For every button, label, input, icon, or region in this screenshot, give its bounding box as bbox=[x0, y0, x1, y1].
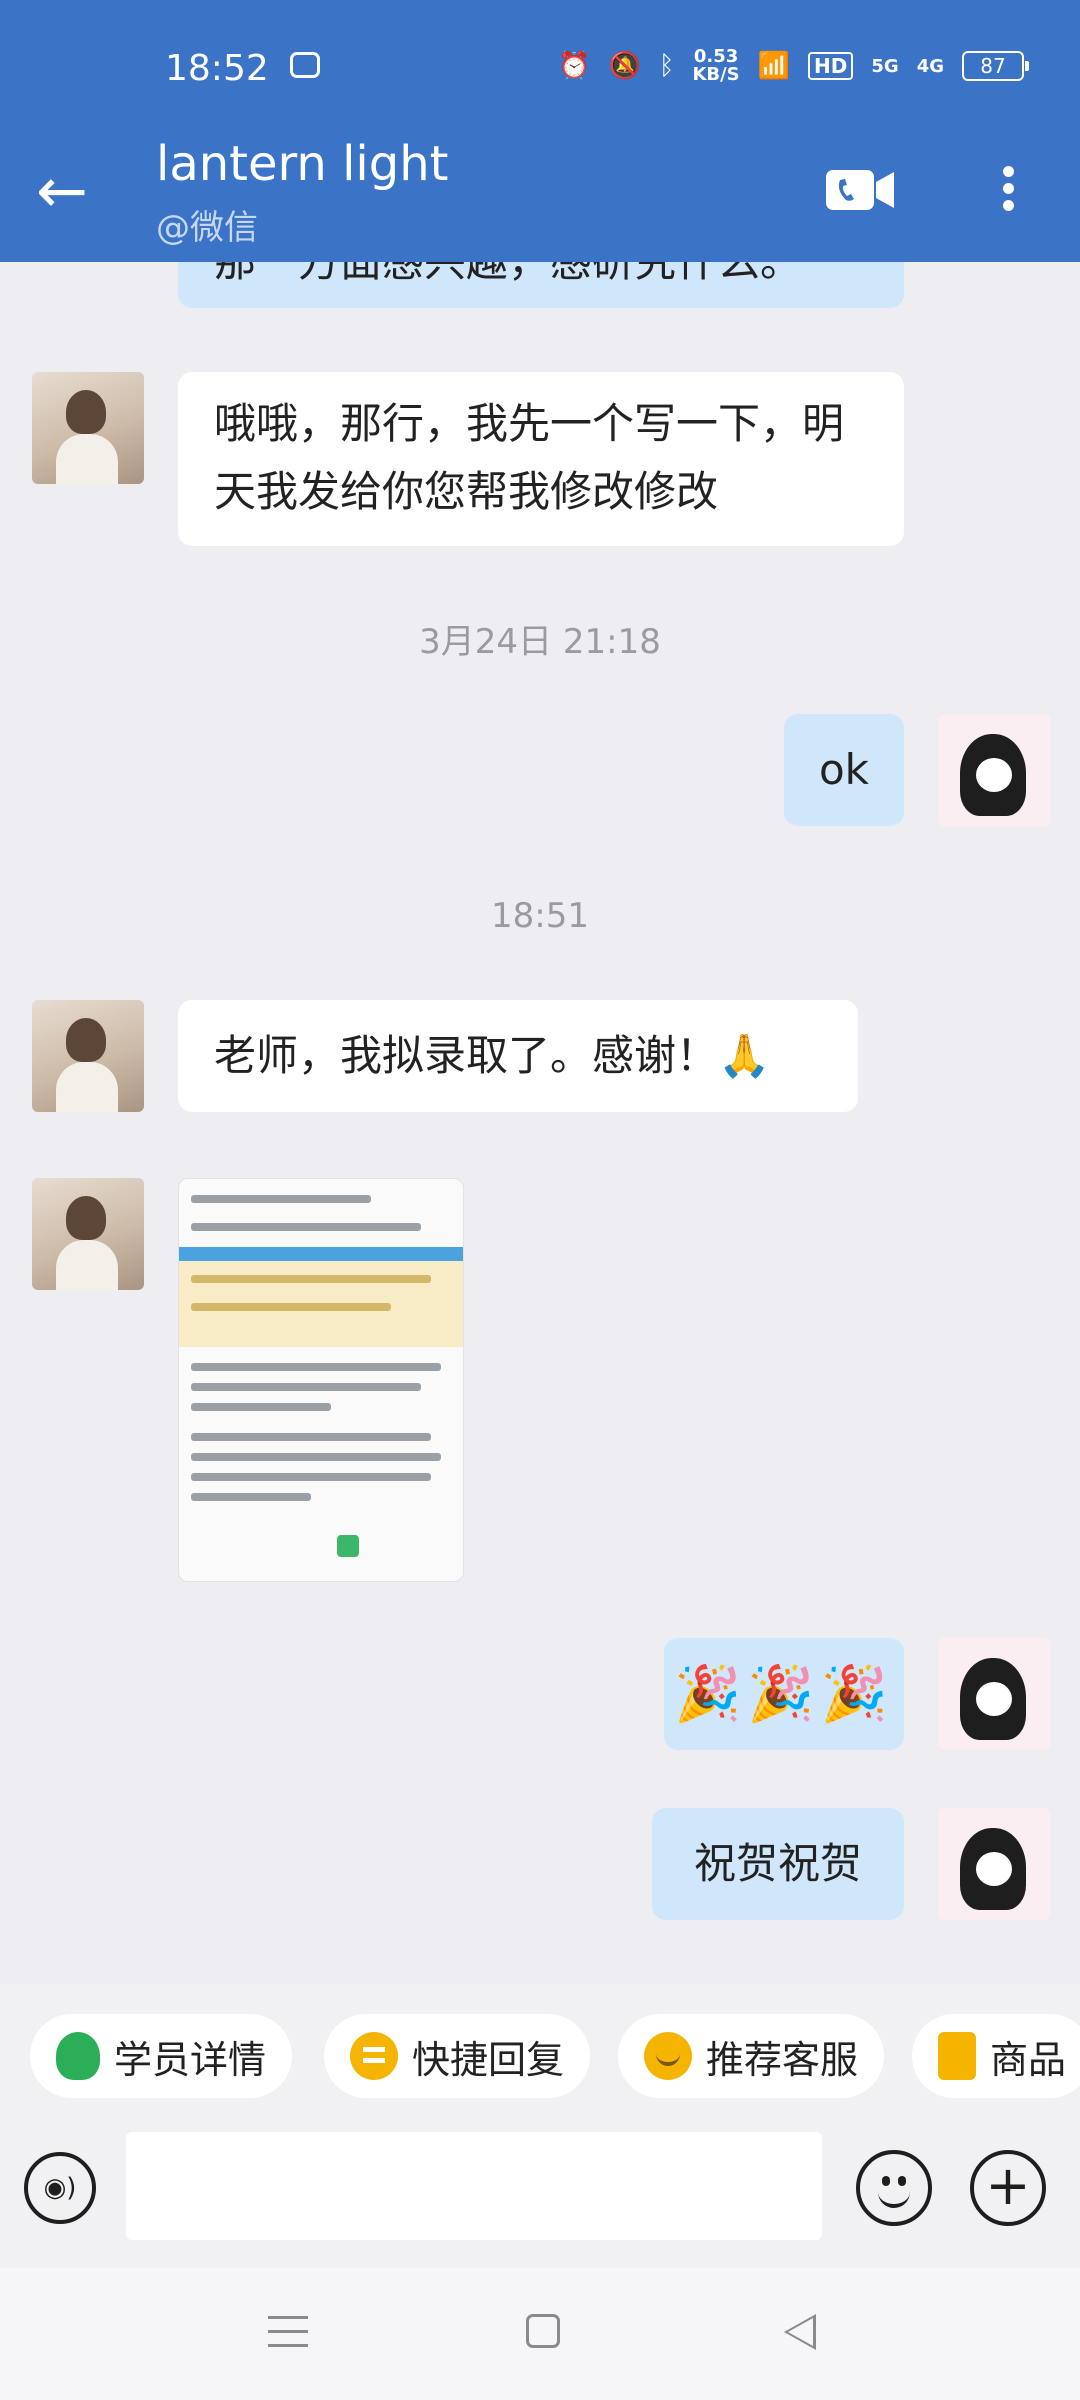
goods-button[interactable]: 商品 bbox=[912, 2014, 1080, 2098]
status-icons: ⏰ 🔕 ᛒ 0.53 KB/S 📶 HD 5G 4G 87 bbox=[558, 48, 1029, 84]
quick-action-bar: 学员详情 快捷回复 推荐客服 商品 bbox=[0, 1984, 1080, 2116]
image-message[interactable] bbox=[178, 1178, 464, 1582]
quick-reply-button[interactable]: 快捷回复 bbox=[324, 2014, 591, 2098]
recent-apps-icon[interactable] bbox=[268, 2316, 308, 2350]
message-bubble[interactable]: 那一方面感兴趣，感研究什么。 bbox=[178, 262, 904, 308]
goods-icon bbox=[938, 2032, 976, 2080]
emoji-icon[interactable] bbox=[856, 2150, 932, 2226]
contact-avatar[interactable] bbox=[32, 372, 144, 484]
message-bubble[interactable]: ok bbox=[784, 714, 904, 826]
back-arrow-icon[interactable]: ← bbox=[36, 160, 88, 222]
status-bar: 18:52 ⏰ 🔕 ᛒ 0.53 KB/S 📶 HD 5G 4G 87 bbox=[0, 0, 1080, 140]
voice-input-icon[interactable]: ◉) bbox=[24, 2152, 96, 2224]
student-detail-label: 学员详情 bbox=[114, 2037, 267, 2082]
my-avatar[interactable] bbox=[938, 1638, 1050, 1750]
tv-app-icon bbox=[290, 52, 320, 78]
message-bubble[interactable]: 老师，我拟录取了。感谢！🙏 bbox=[178, 1000, 858, 1112]
smile-icon bbox=[644, 2032, 692, 2080]
alarm-icon: ⏰ bbox=[558, 51, 591, 81]
home-icon[interactable] bbox=[526, 2314, 560, 2348]
title-bar: 18:52 ⏰ 🔕 ᛒ 0.53 KB/S 📶 HD 5G 4G 87 ← la… bbox=[0, 0, 1080, 262]
chat-area[interactable]: 那一方面感兴趣，感研究什么。 哦哦，那行，我先一个写一下，明天我发给你您帮我修改… bbox=[0, 262, 1080, 1984]
mute-icon: 🔕 bbox=[608, 51, 641, 81]
chat-title: lantern light bbox=[156, 136, 449, 192]
timestamp: 18:51 bbox=[491, 896, 589, 936]
my-avatar[interactable] bbox=[938, 714, 1050, 826]
battery-icon: 87 bbox=[962, 51, 1029, 81]
status-time: 18:52 bbox=[165, 48, 269, 89]
system-nav-bar bbox=[0, 2268, 1080, 2400]
more-options-icon[interactable] bbox=[990, 160, 1026, 220]
chat-subtitle: @微信 bbox=[156, 208, 258, 248]
nav-back-icon[interactable] bbox=[784, 2314, 816, 2350]
quick-reply-label: 快捷回复 bbox=[412, 2037, 565, 2082]
wifi-icon: 📶 bbox=[757, 51, 791, 81]
message-bubble[interactable]: 祝贺祝贺 bbox=[652, 1808, 904, 1920]
timestamp: 3月24日 21:18 bbox=[419, 622, 661, 662]
goods-label: 商品 bbox=[990, 2037, 1067, 2082]
message-bubble[interactable]: 🎉🎉🎉 bbox=[664, 1638, 904, 1750]
contact-avatar[interactable] bbox=[32, 1178, 144, 1290]
net-speed: 0.53 KB/S bbox=[692, 48, 739, 84]
student-detail-button[interactable]: 学员详情 bbox=[30, 2014, 293, 2098]
hd-icon: HD bbox=[808, 52, 854, 80]
bluetooth-icon: ᛒ bbox=[658, 51, 675, 81]
chat-icon bbox=[350, 2032, 398, 2080]
signal-4g: 4G bbox=[916, 55, 944, 77]
message-bubble[interactable]: 哦哦，那行，我先一个写一下，明天我发给你您帮我修改修改 bbox=[178, 372, 904, 546]
message-input[interactable] bbox=[126, 2132, 822, 2240]
recommend-service-label: 推荐客服 bbox=[706, 2037, 859, 2082]
contact-avatar[interactable] bbox=[32, 1000, 144, 1112]
net-speed-unit: KB/S bbox=[692, 64, 740, 85]
plus-icon[interactable]: + bbox=[970, 2150, 1046, 2226]
video-call-icon[interactable] bbox=[824, 166, 896, 214]
my-avatar[interactable] bbox=[938, 1808, 1050, 1920]
signal-5g: 5G bbox=[871, 55, 899, 77]
input-bar: ◉) + bbox=[0, 2116, 1080, 2268]
user-icon bbox=[56, 2032, 100, 2080]
recommend-service-button[interactable]: 推荐客服 bbox=[618, 2014, 885, 2098]
